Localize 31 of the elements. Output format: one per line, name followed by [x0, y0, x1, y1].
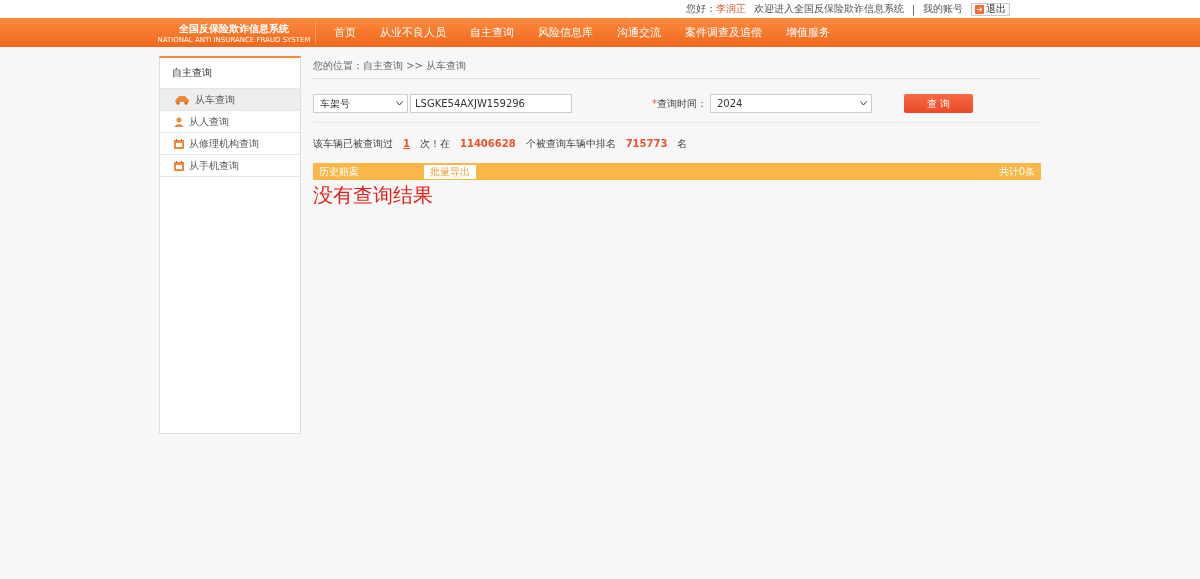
no-result-message: 没有查询结果 — [313, 182, 434, 209]
stats-text: 次！在 — [419, 137, 450, 151]
car-icon — [174, 94, 190, 105]
breadcrumb: 您的位置：自主查询 >> 从车查询 — [313, 56, 1041, 79]
dropdown-caret-icon — [860, 101, 867, 106]
rank-number: 715773 — [625, 138, 668, 149]
calendar-icon — [174, 138, 184, 149]
stats-text: 名 — [677, 137, 688, 151]
vin-input[interactable]: LSGKE54AXJW159296 — [410, 94, 572, 113]
results-total: 共计0条 — [998, 164, 1035, 179]
person-icon — [174, 116, 184, 127]
separator: | — [911, 3, 915, 15]
stats-text: 个被查询车辆中排名 — [525, 137, 616, 151]
sidebar-item[interactable]: 从车查询 — [160, 89, 300, 111]
logo-title: 全国反保险欺诈信息系统 — [179, 21, 289, 36]
dropdown-caret-icon — [396, 101, 403, 106]
calendar-icon — [174, 160, 184, 171]
account-link[interactable]: 我的账号 — [923, 2, 963, 16]
welcome-text: 欢迎进入全国反保险欺诈信息系统 — [753, 2, 904, 16]
exit-arrow-icon — [975, 4, 984, 14]
greeting-label: 您好： — [685, 3, 716, 14]
results-title: 历史赔案 — [319, 164, 359, 179]
logout-button[interactable]: 退出 — [971, 2, 1010, 16]
required-mark: * — [652, 98, 657, 109]
type-select[interactable]: 车架号 — [313, 94, 408, 113]
stats-text: 该车辆已被查询过 — [313, 137, 393, 151]
query-count: 1 — [403, 138, 410, 149]
user-name: 李润正 — [715, 3, 746, 14]
time-select[interactable]: 2024 — [710, 94, 872, 113]
total-count: 11406628 — [459, 138, 516, 149]
time-label: 查询时间： — [657, 96, 707, 111]
